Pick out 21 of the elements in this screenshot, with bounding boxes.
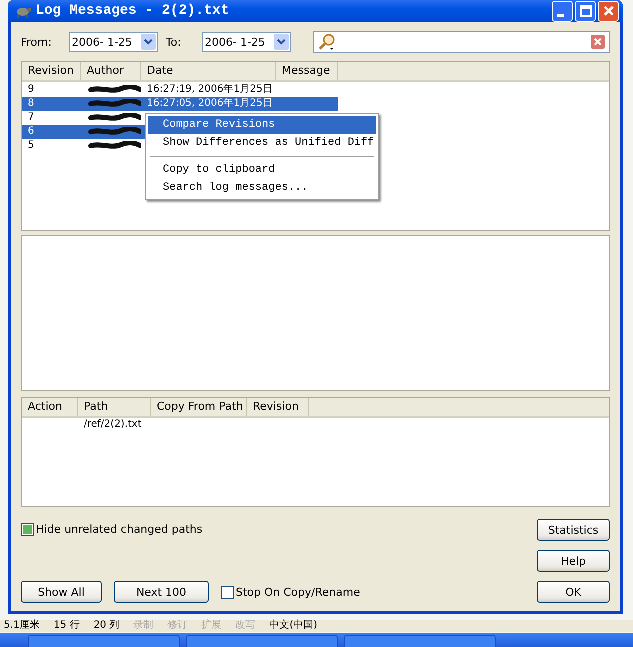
window-title: Log Messages - 2(2).txt [36, 3, 230, 19]
status-text: 15 行 [54, 620, 80, 632]
status-text: 中文(中国) [270, 620, 318, 632]
table-cell-text: 16:27:19, 2006年1月25日 [146, 83, 274, 97]
table-cell-text: 8 [27, 97, 36, 111]
to-label: To: [166, 36, 182, 48]
table-cell-text: 5 [27, 139, 36, 153]
checkbox-label: Hide unrelated changed paths [36, 523, 203, 536]
status-text: 20 列 [94, 620, 120, 632]
table-cell-text: 6 [27, 125, 36, 139]
status-text: 扩展 [202, 620, 222, 632]
checkbox-label: Stop On Copy/Rename [236, 586, 360, 598]
status-text: 修订 [168, 620, 188, 632]
table-cell-text: 9 [27, 83, 36, 97]
table-cell-text: 16:27:05, 2006年1月25日 [146, 97, 274, 111]
status-text: 改写 [236, 620, 256, 632]
status-text: 录制 [134, 620, 154, 632]
table-cell-text: 7 [27, 111, 36, 125]
status-text: 5.1厘米 [4, 620, 40, 632]
table-cell-text: /ref/2(2).txt [83, 418, 142, 432]
from-label: From: [21, 36, 53, 48]
